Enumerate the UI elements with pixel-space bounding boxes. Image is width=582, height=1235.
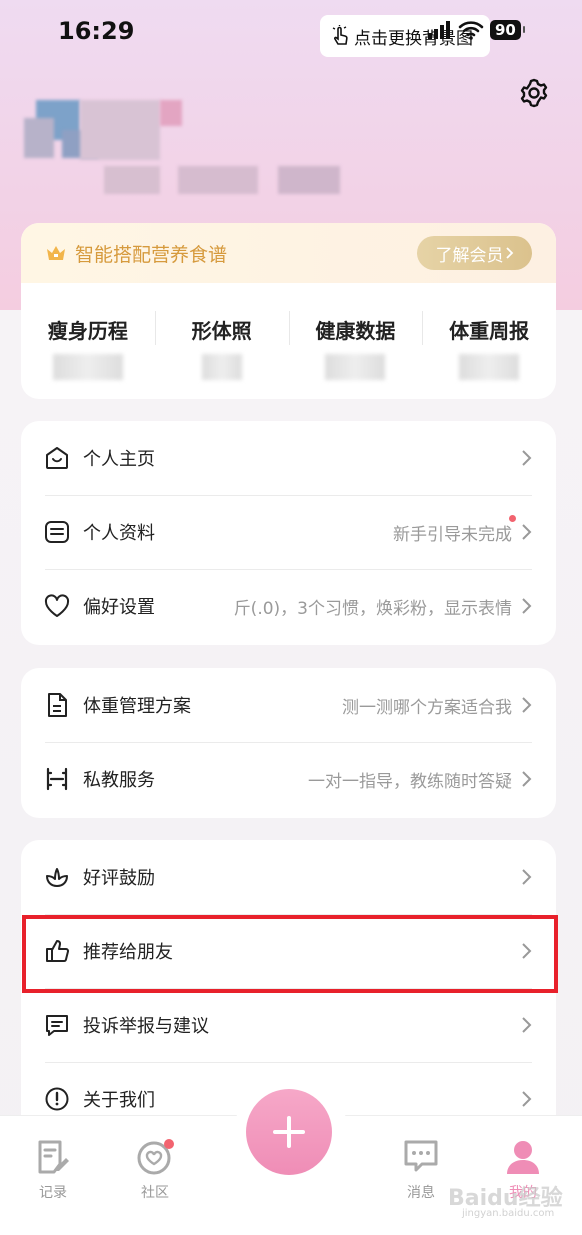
feedback-icon [43, 1011, 71, 1039]
vip-title: 智能搭配营养食谱 [75, 243, 228, 266]
tab-label: 消息 [407, 1185, 435, 1201]
plus-icon [273, 1116, 305, 1148]
menu-item-preferences[interactable]: 偏好设置 斤(.0)，3个习惯，焕彩粉，显示表情 [21, 569, 556, 643]
wifi-icon [458, 21, 484, 40]
message-icon [404, 1140, 438, 1172]
chevron-right-icon [522, 450, 532, 466]
menu-item-homepage[interactable]: 个人主页 [21, 421, 556, 495]
menu-item-label: 偏好设置 [83, 597, 155, 618]
menu-item-label: 个人资料 [83, 523, 155, 544]
menu-item-recommend[interactable]: 推荐给朋友 [21, 914, 556, 988]
menu-item-label: 推荐给朋友 [83, 942, 173, 963]
watermark-url: jingyan.baidu.com [462, 1208, 555, 1219]
menu-item-weight-plan[interactable]: 体重管理方案 测一测哪个方案适合我 [21, 668, 556, 742]
menu-item-label: 个人主页 [83, 449, 155, 470]
menu-group-services: 体重管理方案 测一测哪个方案适合我 私教服务 一对一指导，教练随时答疑 [21, 668, 556, 818]
stat-label: 形体照 [191, 319, 252, 343]
gear-icon[interactable] [518, 77, 550, 109]
tap-hand-icon [332, 25, 348, 45]
chevron-right-icon [522, 771, 532, 787]
stat-label: 体重周报 [449, 319, 530, 343]
record-icon [38, 1140, 69, 1174]
vip-learn-label: 了解会员 [435, 245, 504, 266]
dumbbell-icon [43, 765, 71, 793]
menu-item-label: 好评鼓励 [83, 868, 155, 889]
stat-weekly-report[interactable]: 体重周报 [422, 283, 556, 399]
tab-community[interactable]: 社区 [120, 1138, 190, 1202]
add-button[interactable] [246, 1089, 332, 1175]
menu-group-profile: 个人主页 个人资料 新手引导未完成 偏好设置 斤(.0)，3个习惯，焕彩粉，显示… [21, 421, 556, 645]
tab-label: 社区 [141, 1185, 169, 1201]
signal-icon [428, 21, 450, 39]
menu-item-label: 投诉举报与建议 [83, 1016, 209, 1037]
stat-value-blurred [459, 354, 520, 380]
flower-icon [43, 863, 71, 891]
menu-item-label: 私教服务 [83, 770, 155, 791]
chevron-right-icon [522, 697, 532, 713]
stat-value-blurred [52, 354, 123, 380]
menu-item-rate[interactable]: 好评鼓励 [21, 840, 556, 914]
thumbs-up-icon [43, 937, 71, 965]
crown-icon [47, 246, 65, 260]
chevron-right-icon [522, 1091, 532, 1107]
stat-label: 瘦身历程 [47, 319, 128, 343]
profile-card-icon [43, 518, 71, 546]
document-icon [43, 691, 71, 719]
vip-banner[interactable]: 智能搭配营养食谱 了解会员 [21, 223, 556, 283]
chevron-right-icon [522, 524, 532, 540]
battery-indicator: 90 [490, 20, 525, 40]
stats-row: 瘦身历程 形体照 健康数据 体重周报 [21, 283, 556, 399]
chevron-right-icon [522, 943, 532, 959]
stat-body-photo[interactable]: 形体照 [154, 283, 289, 399]
stat-progress[interactable]: 瘦身历程 [21, 283, 155, 399]
heart-icon [43, 592, 71, 620]
menu-item-value: 新手引导未完成 [393, 524, 512, 545]
menu-item-profile[interactable]: 个人资料 新手引导未完成 [21, 495, 556, 569]
info-icon [43, 1085, 71, 1113]
tab-record[interactable]: 记录 [18, 1138, 88, 1202]
menu-item-feedback[interactable]: 投诉举报与建议 [21, 988, 556, 1062]
notification-dot [509, 515, 516, 522]
chevron-right-icon [522, 598, 532, 614]
stat-value-blurred [201, 354, 242, 380]
tab-label: 记录 [39, 1185, 67, 1201]
menu-item-value: 斤(.0)，3个习惯，焕彩粉，显示表情 [233, 598, 512, 619]
vip-stats-card: 智能搭配营养食谱 了解会员 瘦身历程 形体照 健康数据 体重周报 [21, 223, 556, 399]
home-smile-icon [43, 444, 71, 472]
status-time: 16:29 [58, 17, 135, 45]
chevron-right-icon [522, 869, 532, 885]
stat-value-blurred [325, 354, 386, 380]
stat-health-data[interactable]: 健康数据 [288, 283, 423, 399]
menu-item-label: 体重管理方案 [83, 696, 191, 717]
status-icons: 90 [428, 20, 525, 40]
stat-label: 健康数据 [315, 319, 396, 343]
vip-learn-button[interactable]: 了解会员 [417, 236, 532, 270]
tab-messages[interactable]: 消息 [386, 1138, 456, 1202]
profile-icon [507, 1141, 539, 1174]
menu-item-value: 一对一指导，教练随时答疑 [308, 771, 512, 792]
menu-item-value: 测一测哪个方案适合我 [342, 697, 512, 718]
menu-item-label: 关于我们 [83, 1090, 155, 1111]
chevron-right-icon [505, 247, 513, 259]
community-icon [137, 1139, 174, 1175]
menu-item-personal-coach[interactable]: 私教服务 一对一指导，教练随时答疑 [21, 742, 556, 816]
chevron-right-icon [522, 1017, 532, 1033]
